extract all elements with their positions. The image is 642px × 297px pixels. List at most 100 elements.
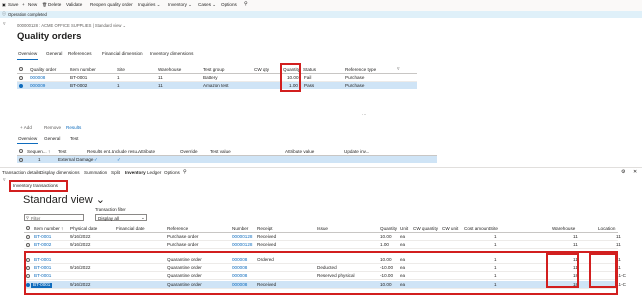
col-cost-amount[interactable]: Cost amount [464,226,490,232]
cell-quality-order[interactable]: 000009 [30,83,45,89]
col-results-entry[interactable]: Results ent... [87,149,114,155]
tab-references[interactable]: References [68,51,92,57]
save-button[interactable]: Save [8,2,18,8]
col-site[interactable]: Site [117,67,125,73]
table-row[interactable]: 000009 BT-0002 1 11 Amazon test 1.00 Pas… [17,82,417,89]
row-checkbox[interactable] [26,234,30,239]
cases-menu[interactable]: Cases ⌄ [198,2,216,8]
col-reference-type[interactable]: Reference type [345,67,376,73]
col-test-value[interactable]: Test value [210,149,231,155]
cell-item-number[interactable]: BT-0001 [34,234,51,240]
inventory-menu[interactable]: Inventory ⌄ [168,2,192,8]
summation-button[interactable]: Summation [84,170,107,176]
validate-button[interactable]: Validate [66,2,82,8]
col-reference[interactable]: Reference [167,226,188,232]
close-icon[interactable]: ✕ [633,170,637,175]
row-checkbox[interactable] [19,157,23,162]
col-issue[interactable]: Issue [317,226,328,232]
cell-quantity: 1.00 [380,242,389,247]
col-status[interactable]: Status [303,67,316,73]
col-test-group[interactable]: Test group [203,67,224,73]
col-financial-date[interactable]: Financial date [116,226,145,232]
table-row[interactable]: BT-0002 9/16/2022 Purchase order 00000128 Re… [24,241,621,249]
search-icon[interactable]: ⚲ [183,170,187,175]
column-filter-icon[interactable]: ▿ [397,67,400,72]
tab-general[interactable]: General [46,51,62,57]
breadcrumb[interactable]: 000000128 : ACME OFFICE SUPPLIES | Stand… [17,23,126,28]
tab-overview[interactable]: Overview [18,51,37,57]
options-button[interactable]: Options [164,170,180,176]
add-line-button[interactable]: + Add [20,125,32,131]
inquiries-menu[interactable]: Inquiries ⌄ [138,2,161,8]
transaction-filter-select[interactable]: Display all ⌄ [95,214,147,221]
tab-lines-test[interactable]: Test [70,136,78,142]
col-quality-order[interactable]: Quality order [30,67,56,73]
table-row[interactable]: 1 External Damage ✓ ✓ [17,156,437,163]
col-location[interactable]: Location [598,226,615,232]
cell-sequence: 1 [38,157,41,162]
table-row[interactable]: 000008 BT-0001 1 11 Battery 10.00 Fail P… [17,74,417,82]
transaction-details-button[interactable]: Transaction details [2,170,40,176]
delete-button[interactable]: Delete [48,2,61,8]
col-update-inventory[interactable]: Update inv... [344,149,369,155]
filter-input[interactable]: ⚲ Filter [24,214,84,221]
col-attribute[interactable]: Attribute [138,149,155,155]
col-site[interactable]: Site [490,226,498,232]
results-button[interactable]: Results [66,125,81,131]
cell-number[interactable]: 00000128 [232,234,252,240]
col-receipt[interactable]: Receipt [257,226,273,232]
view-title[interactable]: Standard view ⌄ [23,193,105,206]
col-cw-quantity[interactable]: CW quantity [413,226,438,232]
col-cw-qty[interactable]: CW qty [254,67,269,73]
row-checkbox[interactable] [19,75,23,80]
filter-pane-icon[interactable]: ▿ [3,22,6,27]
cell-number[interactable]: 00000128 [232,242,252,248]
remove-line-button[interactable]: Remove [44,125,61,131]
new-button[interactable]: New [28,2,37,8]
col-cw-unit[interactable]: CW unit [442,226,458,232]
col-item-number[interactable]: Item number [70,67,96,73]
cell-location: 11 [616,234,621,239]
tab-lines-overview[interactable]: Overview [18,136,37,142]
col-physical-date[interactable]: Physical date [70,226,97,232]
ledger-button[interactable]: Ledger [147,170,161,176]
select-all-checkbox[interactable] [19,67,23,71]
cell-results-entry[interactable]: ✓ [94,157,98,163]
filter-pane-icon[interactable]: ▿ [3,178,6,183]
table-row[interactable]: BT-0001 9/16/2022 Purchase order 00000128 Re… [24,233,621,241]
cell-warehouse: 11 [158,75,163,80]
search-icon[interactable]: ⚲ [244,2,248,7]
col-test[interactable]: Test [58,149,66,155]
col-attribute-value[interactable]: Attribute value [285,149,314,155]
settings-icon[interactable]: ⚙ [621,170,625,175]
inventory-button[interactable]: Inventory [125,170,146,176]
cell-quality-order[interactable]: 000008 [30,75,45,81]
select-all-checkbox[interactable] [26,226,30,230]
tab-overview-underline [17,58,38,60]
col-unit[interactable]: Unit [400,226,408,232]
col-item-number[interactable]: Item number ↑ [34,226,63,232]
col-include-results[interactable]: Include resu... [112,149,141,155]
row-checkbox[interactable] [26,242,30,247]
tab-inventory-dimensions[interactable]: Inventory dimensions [150,51,193,57]
col-warehouse[interactable]: Warehouse [158,67,181,73]
cell-site: 1 [117,75,120,80]
col-sequence[interactable]: Sequen... ↑ [27,149,50,155]
cell-include-results[interactable]: ✓ [117,157,121,163]
col-number[interactable]: Number [232,226,248,232]
tab-lines-general[interactable]: General [44,136,60,142]
col-warehouse[interactable]: Warehouse [552,226,575,232]
col-override[interactable]: Override [180,149,198,155]
display-dimensions-button[interactable]: Display dimensions [40,170,80,176]
transaction-menu: Transaction details Display dimensions S… [0,167,642,177]
reopen-quality-order-button[interactable]: Reopen quality order [90,2,133,8]
cell-warehouse: 11 [573,234,578,239]
col-quantity[interactable]: Quantity [380,226,397,232]
split-button[interactable]: Split [111,170,120,176]
tab-financial-dimension[interactable]: Financial dimension [102,51,143,57]
lines-select-all-checkbox[interactable] [19,149,23,153]
warehouse-highlight-box [546,253,579,288]
cell-item-number[interactable]: BT-0002 [34,242,51,248]
row-checkbox[interactable] [19,83,23,88]
options-menu[interactable]: Options [221,2,237,8]
